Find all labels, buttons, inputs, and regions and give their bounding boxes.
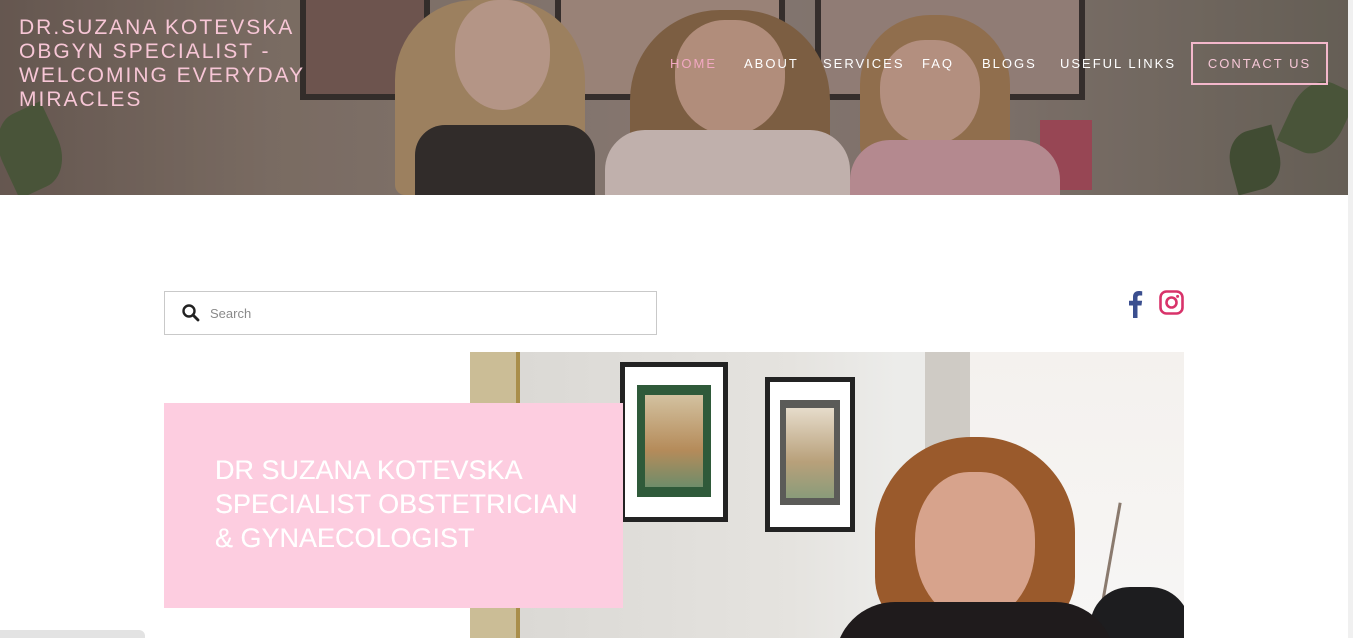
site-logo-title[interactable]: DR.SUZANA KOTEVSKA OBGYN SPECIALIST - WE… [19,16,339,112]
doctor-title-line: DR SUZANA KOTEVSKA [215,455,523,485]
doctor-title-line: SPECIALIST OBSTETRICIAN [215,489,578,519]
nav-about[interactable]: ABOUT [744,56,799,71]
instagram-icon[interactable] [1159,290,1184,315]
nav-home[interactable]: HOME [670,56,717,71]
brand-line: MIRACLES [19,88,143,111]
brand-line: WELCOMING EVERYDAY [19,64,306,87]
nav-faq[interactable]: FAQ [922,56,954,71]
search-input[interactable] [210,305,656,321]
nav-blogs[interactable]: BLOGS [982,56,1037,71]
brand-line: DR.SUZANA KOTEVSKA [19,16,295,39]
nav-services[interactable]: SERVICES [823,56,905,71]
header-hero: DR.SUZANA KOTEVSKA OBGYN SPECIALIST - WE… [0,0,1348,195]
portrait-photo-wall-picture [765,377,855,532]
page-scrollbar[interactable] [1348,0,1353,638]
contact-us-button[interactable]: CONTACT US [1191,42,1328,85]
portrait-photo-wall-picture [620,362,728,522]
search-box[interactable] [164,291,657,335]
doctor-title-card: DR SUZANA KOTEVSKA SPECIALIST OBSTETRICI… [164,403,623,608]
browser-status-tooltip [0,630,145,638]
nav-useful-links[interactable]: USEFUL LINKS [1060,56,1176,71]
search-icon [182,304,200,322]
portrait-photo-clothing [835,602,1115,638]
brand-line: OBGYN SPECIALIST - [19,40,271,63]
portrait-photo-face [915,472,1035,622]
doctor-title-line: & GYNAECOLOGIST [215,523,475,553]
facebook-icon[interactable] [1124,290,1146,318]
